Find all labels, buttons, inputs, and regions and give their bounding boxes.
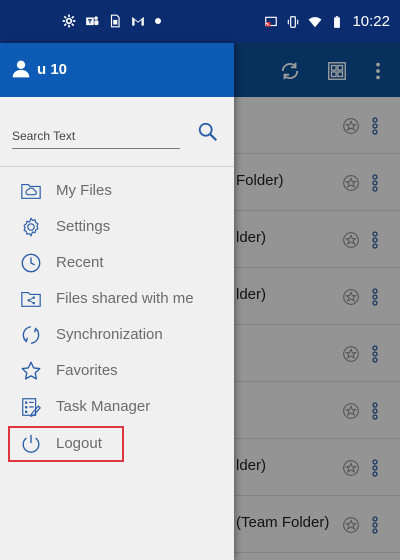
menu-item-recent[interactable]: Recent (0, 246, 234, 280)
star-icon (21, 361, 41, 380)
dot-icon (155, 18, 161, 24)
menu-item-label: Synchronization (56, 326, 163, 343)
menu-item-files-shared-with-me[interactable]: Files shared with me (0, 282, 234, 316)
menu-item-label: My Files (56, 182, 112, 199)
vibrate-icon (288, 15, 299, 28)
cast-icon (265, 16, 278, 27)
search-icon[interactable] (197, 121, 219, 143)
status-bar: 10:22 (0, 0, 400, 43)
menu-item-task-manager[interactable]: Task Manager (0, 390, 234, 424)
menu-item-synchronization[interactable]: Synchronization (0, 318, 234, 352)
task-manager-icon (22, 398, 41, 418)
menu-item-my-files[interactable]: My Files (0, 174, 234, 208)
menu-item-label: Files shared with me (56, 290, 194, 307)
user-icon (12, 60, 30, 78)
menu-item-label: Settings (56, 218, 111, 235)
teams-icon (86, 16, 99, 26)
wifi-icon (309, 16, 322, 27)
navigation-drawer: u 10 My Files Settings Recent Files shar… (0, 43, 234, 560)
menu-item-settings[interactable]: Settings (0, 210, 234, 244)
logout-highlight-box (8, 426, 124, 462)
sync-icon (22, 326, 40, 344)
battery-icon (334, 15, 341, 28)
search-field[interactable] (12, 125, 180, 149)
status-time: 10:22 (352, 13, 390, 30)
status-right-icons: 10:22 (264, 13, 390, 30)
clock-icon (21, 253, 41, 273)
gmail-icon (132, 16, 144, 26)
menu-item-label: Recent (56, 254, 104, 271)
menu-item-label: Favorites (56, 362, 118, 379)
drawer-header: u 10 (0, 43, 234, 97)
shared-folder-icon (21, 291, 41, 307)
menu-item-favorites[interactable]: Favorites (0, 354, 234, 388)
user-name: u 10 (37, 61, 68, 78)
settings-gear-icon (23, 217, 39, 237)
gear-icon (62, 14, 76, 28)
search-input[interactable] (12, 125, 180, 147)
divider (0, 166, 234, 167)
menu-item-label: Task Manager (56, 398, 151, 415)
sim-icon (110, 14, 120, 28)
cloud-folder-icon (21, 183, 41, 199)
status-left-icons (62, 14, 162, 28)
